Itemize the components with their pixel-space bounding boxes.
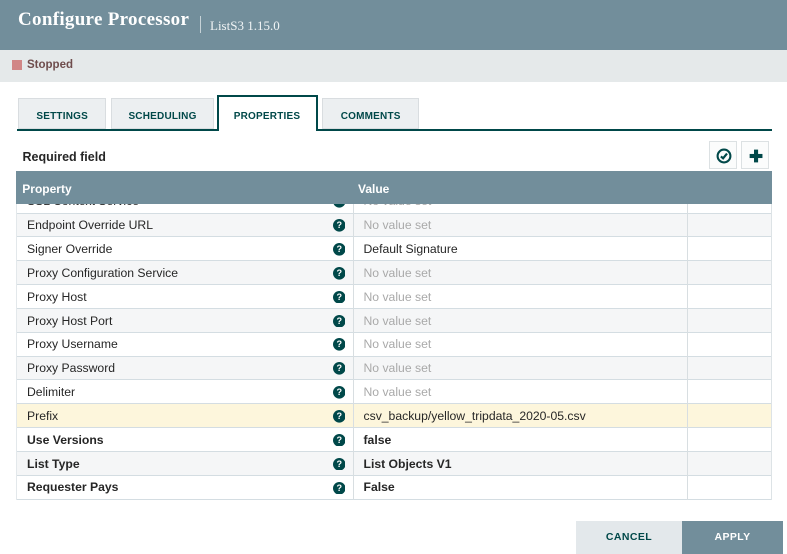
- svg-text:?: ?: [336, 435, 342, 445]
- svg-text:?: ?: [336, 387, 342, 397]
- svg-text:?: ?: [336, 220, 342, 230]
- svg-text:?: ?: [336, 364, 342, 374]
- svg-text:?: ?: [336, 411, 342, 421]
- svg-text:?: ?: [336, 204, 342, 207]
- svg-text:?: ?: [336, 316, 342, 326]
- svg-text:?: ?: [336, 459, 342, 469]
- svg-text:?: ?: [336, 244, 342, 254]
- svg-text:?: ?: [336, 292, 342, 302]
- svg-text:?: ?: [336, 483, 342, 493]
- svg-text:?: ?: [336, 268, 342, 278]
- svg-text:?: ?: [336, 340, 342, 350]
